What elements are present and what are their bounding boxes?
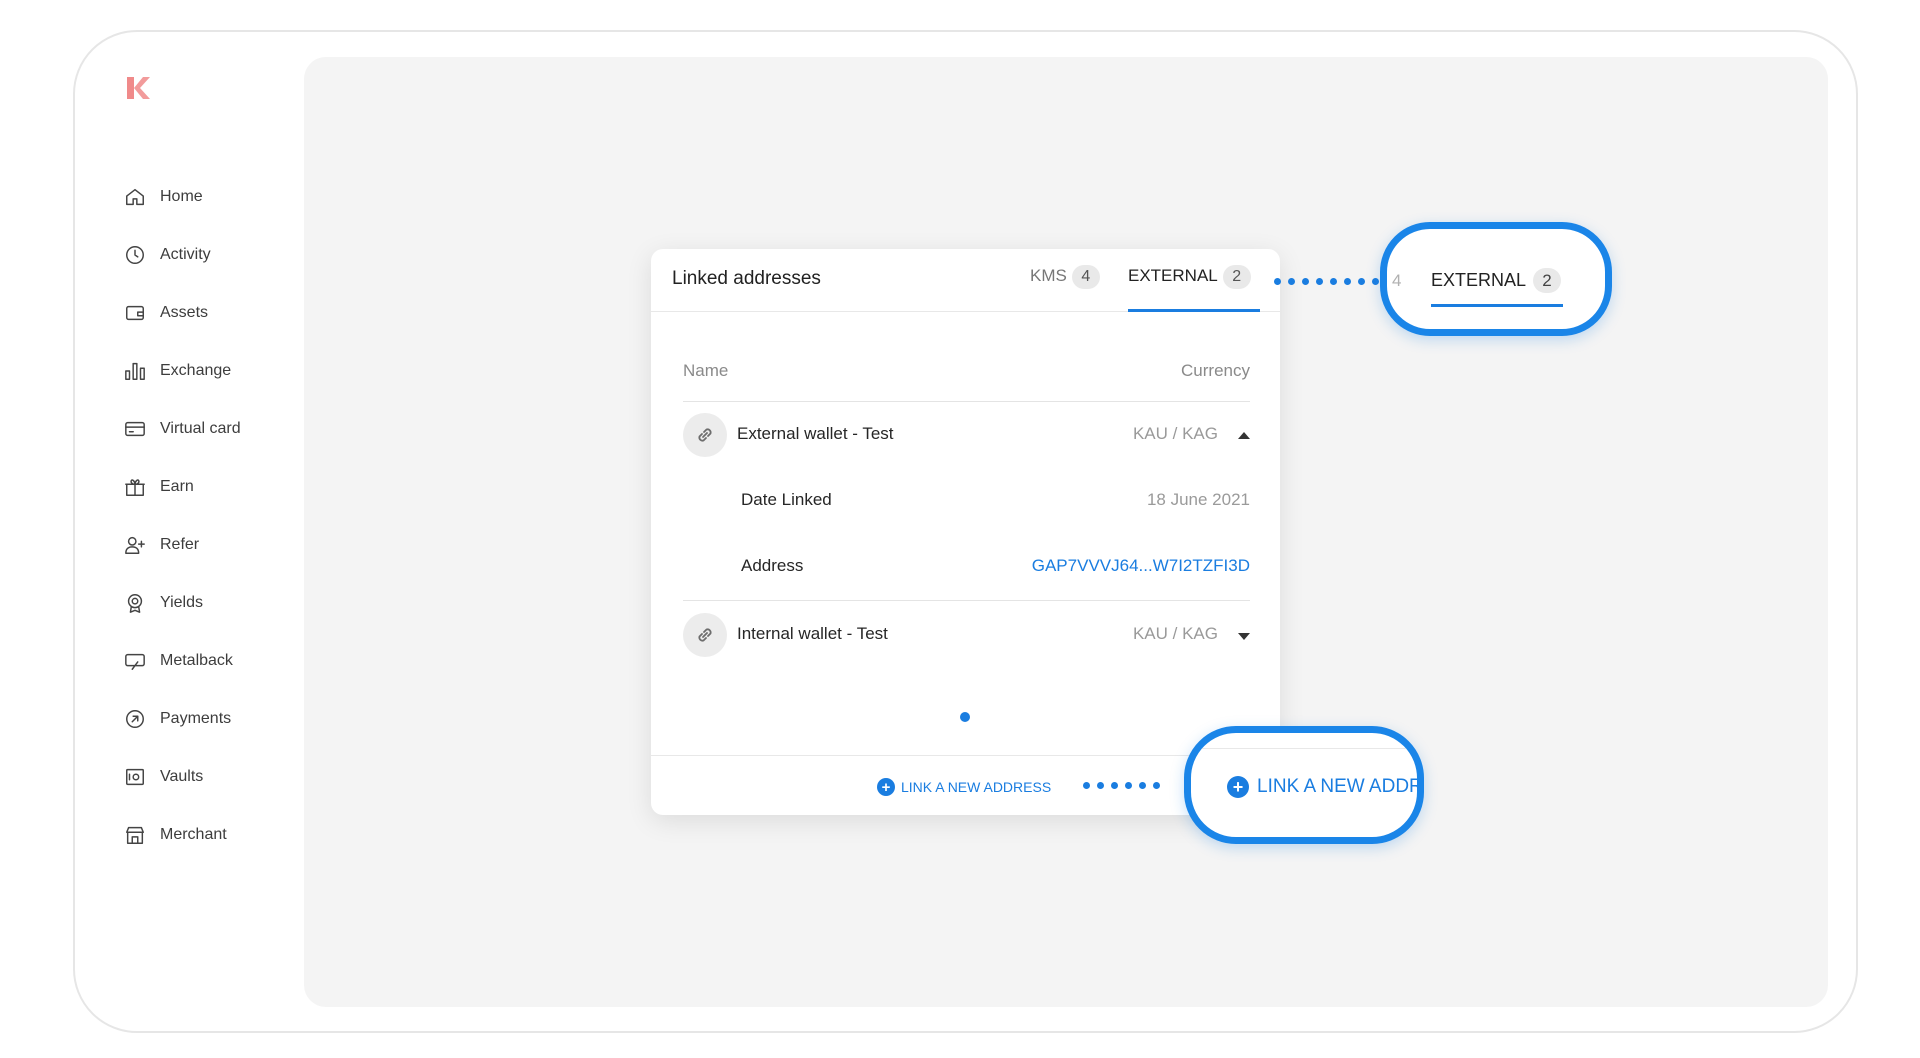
store-icon — [126, 826, 144, 844]
expand-caret-icon[interactable] — [1238, 633, 1250, 640]
link-icon — [683, 613, 727, 657]
wallet-currency: KAU / KAG — [1132, 624, 1218, 643]
column-header-name: Name — [683, 361, 729, 380]
sidebar-item-home[interactable]: Home — [124, 168, 241, 226]
sidebar-nav: Home Activity Assets Exchange Virtual ca… — [124, 168, 241, 864]
sidebar-item-label: Payments — [160, 710, 232, 727]
collapse-caret-icon[interactable] — [1238, 432, 1250, 439]
card-header: Linked addresses KMS 4 EXTERNAL 2 — [651, 249, 1280, 312]
tab-count-badge: 2 — [1222, 265, 1251, 289]
sidebar-item-label: Earn — [160, 478, 194, 495]
card-title: Linked addresses — [672, 268, 821, 289]
sidebar-item-merchant[interactable]: Merchant — [124, 806, 241, 864]
sidebar-item-label: Assets — [160, 304, 209, 321]
link-button-label: LINK A NEW ADDRESS — [901, 779, 1052, 795]
wallet-currency: KAU / KAG — [1132, 424, 1218, 443]
pager-dot[interactable] — [960, 712, 970, 722]
sidebar-item-label: Merchant — [160, 826, 227, 843]
badge-icon — [127, 594, 143, 613]
wallet-name[interactable]: External wallet - Test — [737, 424, 894, 444]
sidebar-item-label: Exchange — [160, 362, 232, 379]
sidebar-item-label: Vaults — [160, 768, 204, 785]
detail-label: Address — [741, 556, 804, 575]
divider — [683, 401, 1250, 402]
callout-tab-external: EXTERNAL 2 — [1431, 268, 1562, 293]
logo-icon — [127, 77, 150, 99]
sidebar-item-payments[interactable]: Payments — [124, 690, 241, 748]
callout-connector — [1274, 278, 1393, 285]
callout-link-button: + LINK A NEW ADDR — [1227, 776, 1423, 798]
card-icon — [125, 421, 145, 437]
wallet-address-link[interactable]: GAP7VVVJ64...W7I2TZFI3D — [1032, 556, 1250, 576]
sidebar-item-earn[interactable]: Earn — [124, 458, 241, 516]
tab-external[interactable]: EXTERNAL 2 — [1128, 265, 1260, 312]
user-plus-icon — [125, 536, 145, 554]
zoom-callout-link-button: + LINK A NEW ADDR — [1184, 726, 1424, 844]
plus-circle-icon: + — [877, 778, 895, 796]
sidebar-item-activity[interactable]: Activity — [124, 226, 241, 284]
tab-label: EXTERNAL — [1128, 266, 1218, 285]
sidebar-item-vaults[interactable]: Vaults — [124, 748, 241, 806]
sidebar-item-assets[interactable]: Assets — [124, 284, 241, 342]
cashback-icon — [125, 653, 145, 670]
date-linked-value: 18 June 2021 — [1146, 490, 1250, 509]
callout-tab-count: 2 — [1533, 268, 1562, 293]
sidebar-item-exchange[interactable]: Exchange — [124, 342, 241, 400]
tab-kms[interactable]: KMS 4 — [1030, 265, 1100, 312]
sidebar-item-label: Virtual card — [160, 420, 241, 437]
sidebar-item-label: Home — [160, 188, 203, 205]
gift-icon — [125, 479, 145, 496]
detail-label: Date Linked — [741, 490, 832, 509]
callout-ghost-count: 4 — [1392, 271, 1402, 290]
zoom-callout-external-tab: 4 EXTERNAL 2 — [1380, 222, 1612, 336]
tab-label: KMS — [1030, 266, 1067, 285]
home-icon — [126, 188, 144, 206]
sidebar-item-refer[interactable]: Refer — [124, 516, 241, 574]
callout-tab-label: EXTERNAL — [1431, 270, 1527, 290]
clock-icon — [126, 246, 144, 264]
sidebar-item-yields[interactable]: Yields — [124, 574, 241, 632]
link-new-address-button[interactable]: + LINK A NEW ADDRESS — [877, 778, 1051, 796]
link-icon — [683, 413, 727, 457]
arrow-circle-icon — [126, 710, 144, 728]
plus-circle-icon: + — [1227, 776, 1249, 798]
callout-divider — [1191, 748, 1417, 749]
callout-link-label: LINK A NEW ADDR — [1257, 776, 1423, 797]
vault-icon — [126, 768, 144, 786]
sidebar-item-label: Activity — [160, 246, 211, 263]
sidebar-item-label: Metalback — [160, 652, 233, 669]
tab-count-badge: 4 — [1071, 265, 1100, 289]
footer-divider — [651, 755, 1280, 756]
wallet-name[interactable]: Internal wallet - Test — [737, 624, 888, 644]
sidebar-item-label: Yields — [160, 594, 203, 611]
callout-connector — [1083, 782, 1160, 789]
sidebar-item-virtual-card[interactable]: Virtual card — [124, 400, 241, 458]
wallet-icon — [126, 305, 144, 321]
sidebar-item-metalback[interactable]: Metalback — [124, 632, 241, 690]
bar-chart-icon — [125, 362, 145, 380]
sidebar-item-label: Refer — [160, 536, 200, 553]
column-header-currency: Currency — [1181, 361, 1250, 380]
linked-addresses-card: Linked addresses KMS 4 EXTERNAL 2 Name C… — [651, 249, 1280, 815]
divider — [683, 600, 1250, 601]
active-tab-underline — [1431, 304, 1563, 307]
